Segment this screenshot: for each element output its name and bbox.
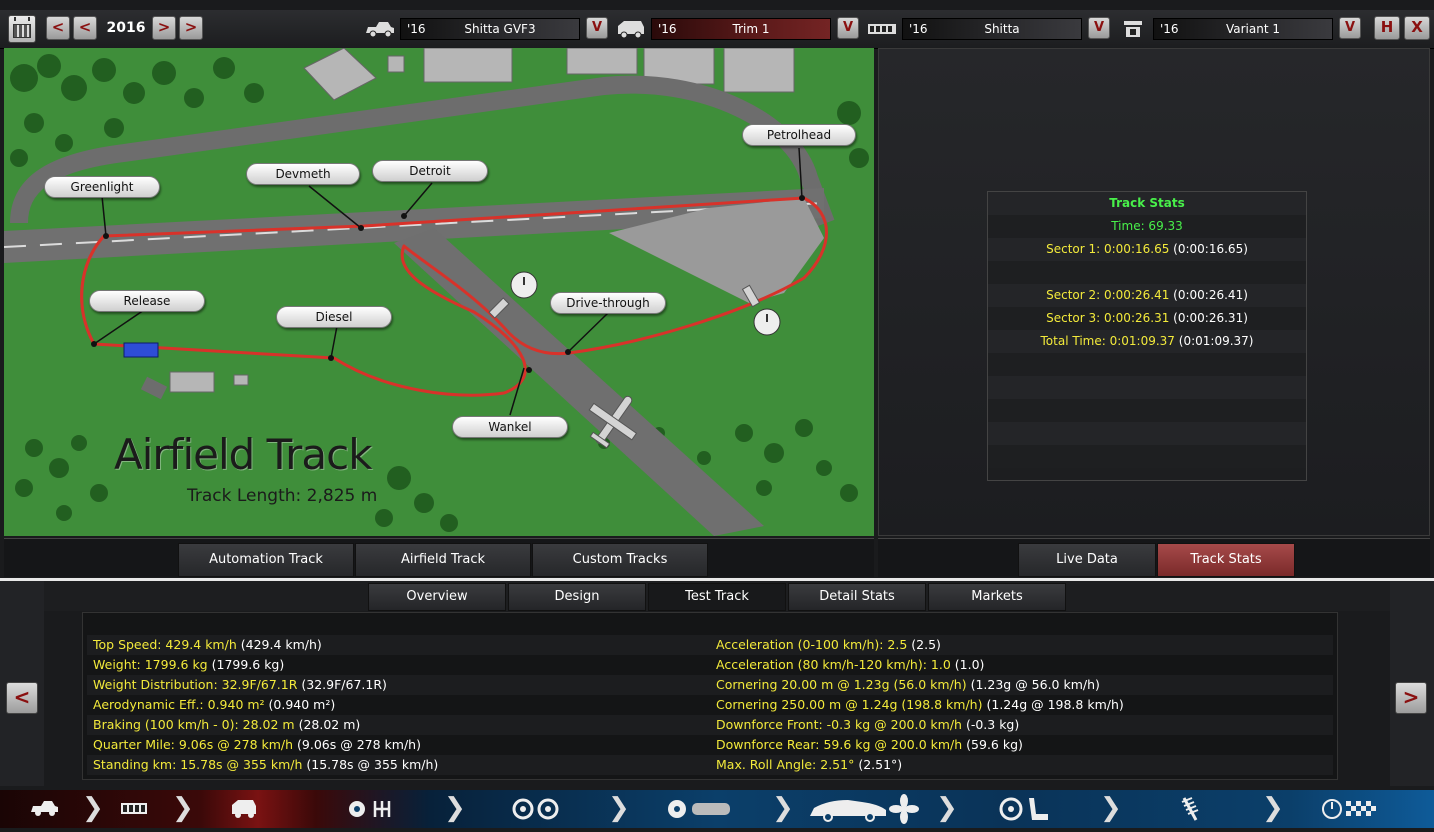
stat-top-speed: Top Speed: 429.4 km/h (429.4 km/h) [93, 637, 322, 652]
stat-braking: Braking (100 km/h - 0): 28.02 m (28.02 m… [93, 717, 361, 732]
steering-seat-icon[interactable] [996, 790, 1056, 828]
trim-field[interactable]: '16 Trim 1 [651, 18, 831, 40]
tab-live-data[interactable]: Live Data [1018, 543, 1156, 577]
sector2-time: Sector 2: 0:00:26.41 [1046, 288, 1170, 302]
track-stats-title: Track Stats [1109, 196, 1185, 210]
engine-variant-selector: '16 Variant 1 V [1117, 16, 1367, 42]
stats-tabs: Live Data Track Stats [878, 538, 1430, 577]
year-back-button[interactable]: < [73, 16, 97, 40]
tab-track-stats[interactable]: Track Stats [1157, 543, 1295, 577]
stat-acceleration-80-120: Acceleration (80 km/h-120 km/h): 1.0 (1.… [716, 657, 985, 672]
year-forward-button[interactable]: > [152, 16, 176, 40]
track-title: Airfield Track [114, 430, 373, 479]
stat-weight-distribution: Weight Distribution: 32.9F/67.1R (32.9F/… [93, 677, 387, 692]
lap-time: Time: 69.33 [1111, 219, 1183, 233]
calendar-icon[interactable] [8, 15, 36, 43]
model-dropdown-button[interactable]: V [586, 17, 608, 39]
stat-aero-efficiency: Aerodynamic Eff.: 0.940 m² (0.940 m²) [93, 697, 336, 712]
close-button[interactable]: X [1404, 16, 1430, 40]
sector1-time: Sector 1: 0:00:16.65 [1046, 242, 1170, 256]
trim-icon[interactable] [228, 790, 260, 828]
car-body-icon [366, 22, 394, 38]
model-selector: '16 Shitta GVF3 V [364, 16, 614, 42]
save-button[interactable]: H [1374, 16, 1400, 40]
chevron-right-icon: ❯ [772, 793, 794, 823]
callout-drive-through: Drive-through [550, 292, 666, 314]
engine-family-selector: '16 Shitta V [866, 16, 1116, 42]
stopwatch-icon [753, 308, 781, 336]
callout-petrolhead: Petrolhead [742, 124, 856, 146]
track-length: Track Length: 2,825 m [187, 486, 378, 506]
total-time-ref: (0:01:09.37) [1178, 334, 1254, 348]
model-field[interactable]: '16 Shitta GVF3 [400, 18, 580, 40]
sector1-ref: (0:00:16.65) [1173, 242, 1248, 256]
next-page-button[interactable]: > [1395, 682, 1427, 714]
sector3-time: Sector 3: 0:00:26.31 [1046, 311, 1170, 325]
stat-downforce-rear: Downforce Rear: 59.6 kg @ 200.0 km/h (59… [716, 737, 1023, 752]
interior-icon[interactable] [808, 790, 920, 828]
prev-page-button[interactable]: < [6, 682, 38, 714]
main-tabs: Overview Design Test Track Detail Stats … [0, 581, 1434, 611]
track-map: Greenlight Devmeth Detroit Petrolhead Re… [4, 48, 874, 536]
engine-family-field[interactable]: '16 Shitta [902, 18, 1082, 40]
bottom-nav: ❯ ❯ ❯ ❯ ❯ ❯ ❯ ❯ [0, 790, 1434, 828]
stat-standing-km: Standing km: 15.78s @ 355 km/h (15.78s @… [93, 757, 439, 772]
callout-wankel: Wankel [452, 416, 568, 438]
body-aero-icon[interactable] [664, 790, 734, 828]
sector2-ref: (0:00:26.41) [1173, 288, 1248, 302]
performance-stats: Top Speed: 429.4 km/h (429.4 km/h) Weigh… [82, 612, 1338, 780]
stat-weight: Weight: 1799.6 kg (1799.6 kg) [93, 657, 285, 672]
top-toolbar: < < 2016 > > '16 Shitta GVF3 V '16 Trim … [0, 10, 1434, 49]
stat-quarter-mile: Quarter Mile: 9.06s @ 278 km/h (9.06s @ … [93, 737, 421, 752]
engine-family-dropdown-button[interactable]: V [1088, 17, 1110, 39]
tab-automation-track[interactable]: Automation Track [178, 543, 354, 577]
year-forward-fast-button[interactable]: > [179, 16, 203, 40]
tab-markets[interactable]: Markets [928, 583, 1066, 611]
callout-detroit: Detroit [372, 160, 488, 182]
chevron-right-icon: ❯ [936, 793, 958, 823]
car-model-icon[interactable] [28, 790, 60, 828]
chevron-right-icon: ❯ [82, 793, 104, 823]
track-tabs: Automation Track Airfield Track Custom T… [4, 538, 874, 577]
stat-max-roll-angle: Max. Roll Angle: 2.51° (2.51°) [716, 757, 903, 772]
suspension-icon[interactable] [1174, 790, 1206, 828]
engine-variant-icon [1124, 21, 1142, 37]
tab-airfield-track[interactable]: Airfield Track [355, 543, 531, 577]
gearbox-icon[interactable] [345, 790, 401, 828]
test-track-icon[interactable] [1320, 790, 1380, 828]
chevron-right-icon: ❯ [172, 793, 194, 823]
stat-acceleration-0-100: Acceleration (0-100 km/h): 2.5 (2.5) [716, 637, 941, 652]
engine-icon[interactable] [118, 790, 150, 828]
callout-devmeth: Devmeth [246, 163, 360, 185]
tab-test-track[interactable]: Test Track [648, 583, 786, 611]
callout-release: Release [89, 290, 205, 312]
chevron-right-icon: ❯ [608, 793, 630, 823]
chevron-right-icon: ❯ [444, 793, 466, 823]
callout-diesel: Diesel [276, 306, 392, 328]
trim-selector: '16 Trim 1 V [615, 16, 865, 42]
tab-overview[interactable]: Overview [368, 583, 506, 611]
stats-panel: Track Stats Time: 69.33 Sector 1: 0:00:1… [878, 48, 1430, 536]
tab-design[interactable]: Design [508, 583, 646, 611]
stat-downforce-front: Downforce Front: -0.3 kg @ 200.0 km/h (-… [716, 717, 1020, 732]
engine-variant-field[interactable]: '16 Variant 1 [1153, 18, 1333, 40]
year-back-fast-button[interactable]: < [46, 16, 70, 40]
wheels-icon[interactable] [508, 790, 564, 828]
engine-variant-dropdown-button[interactable]: V [1339, 17, 1361, 39]
sector3-ref: (0:00:26.31) [1173, 311, 1248, 325]
callout-greenlight: Greenlight [44, 176, 160, 198]
tab-custom-tracks[interactable]: Custom Tracks [532, 543, 708, 577]
car-trim-icon [618, 21, 644, 39]
engine-family-icon [868, 24, 896, 34]
chevron-right-icon: ❯ [1262, 793, 1284, 823]
stat-cornering-250m: Cornering 250.00 m @ 1.24g (198.8 km/h) … [716, 697, 1124, 712]
tab-detail-stats[interactable]: Detail Stats [788, 583, 926, 611]
trim-dropdown-button[interactable]: V [837, 17, 859, 39]
chevron-right-icon: ❯ [1100, 793, 1122, 823]
total-time: Total Time: 0:01:09.37 [1040, 334, 1175, 348]
year-display: 2016 [106, 20, 146, 36]
stopwatch-icon [510, 271, 538, 299]
track-stats-box: Track Stats Time: 69.33 Sector 1: 0:00:1… [987, 191, 1307, 481]
stat-cornering-20m: Cornering 20.00 m @ 1.23g (56.0 km/h) (1… [716, 677, 1100, 692]
